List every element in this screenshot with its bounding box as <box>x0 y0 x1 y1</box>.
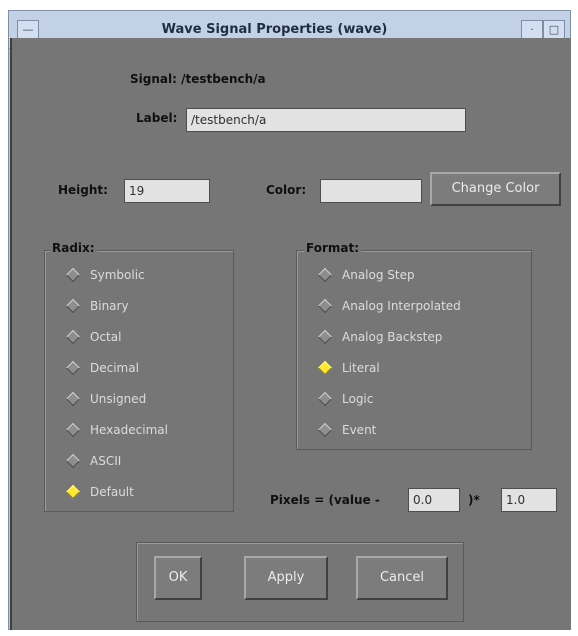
radix-option-label: Hexadecimal <box>90 423 168 437</box>
height-input[interactable] <box>124 179 210 203</box>
format-option-label: Event <box>342 423 377 437</box>
maximize-button[interactable]: □ <box>543 20 565 40</box>
pixels-scale-input[interactable] <box>501 488 557 512</box>
signal-path-label: Signal: /testbench/a <box>130 72 266 86</box>
radix-option[interactable]: ASCII <box>64 450 121 472</box>
radio-unselected-icon[interactable] <box>65 267 81 283</box>
radix-option[interactable]: Decimal <box>64 357 139 379</box>
format-option-label: Literal <box>342 361 380 375</box>
format-option[interactable]: Analog Step <box>316 264 415 286</box>
radio-unselected-icon[interactable] <box>65 422 81 438</box>
format-option[interactable]: Analog Backstep <box>316 326 442 348</box>
radio-unselected-icon[interactable] <box>65 329 81 345</box>
radio-unselected-icon[interactable] <box>317 329 333 345</box>
radio-unselected-icon[interactable] <box>317 298 333 314</box>
radix-group-title: Radix: <box>50 241 97 255</box>
pixels-offset-input[interactable] <box>408 488 460 512</box>
radio-unselected-icon[interactable] <box>317 422 333 438</box>
radix-option-label: Symbolic <box>90 268 145 282</box>
radio-unselected-icon[interactable] <box>317 267 333 283</box>
pixels-formula-label: Pixels = (value - <box>270 493 380 507</box>
radio-unselected-icon[interactable] <box>65 453 81 469</box>
cancel-button[interactable]: Cancel <box>356 556 448 600</box>
radix-option-label: Octal <box>90 330 122 344</box>
pixels-multiply-label: )* <box>468 493 480 507</box>
minimize-button[interactable]: · <box>521 20 543 40</box>
label-input[interactable] <box>186 108 466 132</box>
radix-option[interactable]: Unsigned <box>64 388 146 410</box>
color-input[interactable] <box>320 179 422 203</box>
format-option[interactable]: Analog Interpolated <box>316 295 461 317</box>
label-field-label: Label: <box>136 111 178 125</box>
height-field-label: Height: <box>58 183 108 197</box>
format-option[interactable]: Logic <box>316 388 373 410</box>
radio-unselected-icon[interactable] <box>317 391 333 407</box>
radix-option-label: ASCII <box>90 454 122 468</box>
radio-selected-icon[interactable] <box>65 484 81 500</box>
format-group-title: Format: <box>304 241 362 255</box>
apply-button[interactable]: Apply <box>244 556 328 600</box>
change-color-button[interactable]: Change Color <box>430 172 561 206</box>
format-option[interactable]: Event <box>316 419 376 441</box>
radio-unselected-icon[interactable] <box>65 360 81 376</box>
radio-unselected-icon[interactable] <box>65 298 81 314</box>
format-option[interactable]: Literal <box>316 357 380 379</box>
radio-selected-icon[interactable] <box>317 360 333 376</box>
radix-option-label: Decimal <box>90 361 139 375</box>
ok-button[interactable]: OK <box>154 556 202 600</box>
radix-option[interactable]: Octal <box>64 326 121 348</box>
radix-option[interactable]: Symbolic <box>64 264 145 286</box>
radix-option[interactable]: Default <box>64 481 134 503</box>
radix-option[interactable]: Binary <box>64 295 129 317</box>
radix-group <box>44 250 234 512</box>
format-option-label: Analog Interpolated <box>342 299 461 313</box>
format-option-label: Analog Backstep <box>342 330 443 344</box>
radix-option-label: Binary <box>90 299 129 313</box>
radix-option-label: Default <box>90 485 134 499</box>
radix-option[interactable]: Hexadecimal <box>64 419 168 441</box>
radix-option-label: Unsigned <box>90 392 147 406</box>
format-option-label: Analog Step <box>342 268 415 282</box>
window-menu-button[interactable]: — <box>17 20 39 40</box>
color-field-label: Color: <box>266 183 307 197</box>
radio-unselected-icon[interactable] <box>65 391 81 407</box>
format-option-label: Logic <box>342 392 374 406</box>
dialog-body: Signal: /testbench/a Label: Height: Colo… <box>10 38 571 630</box>
